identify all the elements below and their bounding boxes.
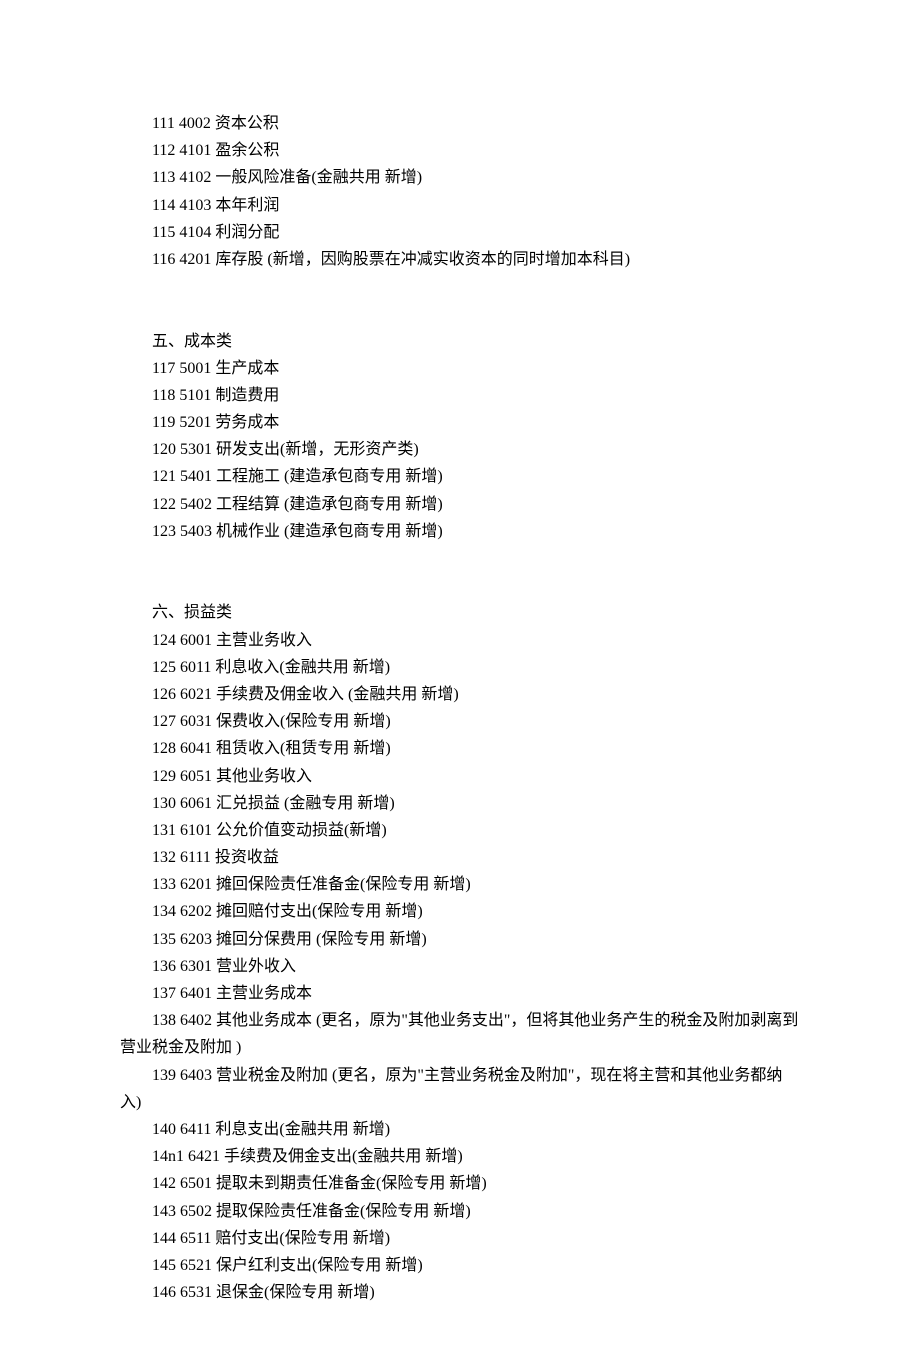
account-line: 119 5201 劳务成本 xyxy=(120,409,800,436)
account-line: 121 5401 工程施工 (建造承包商专用 新增) xyxy=(120,463,800,490)
account-line: 136 6301 营业外收入 xyxy=(120,953,800,980)
account-line: 124 6001 主营业务收入 xyxy=(120,627,800,654)
account-line: 128 6041 租赁收入(租赁专用 新增) xyxy=(120,735,800,762)
account-line: 142 6501 提取未到期责任准备金(保险专用 新增) xyxy=(120,1170,800,1197)
account-line: 130 6061 汇兑损益 (金融专用 新增) xyxy=(120,790,800,817)
spacer xyxy=(120,545,800,599)
account-line: 118 5101 制造费用 xyxy=(120,382,800,409)
account-line: 144 6511 赔付支出(保险专用 新增) xyxy=(120,1225,800,1252)
account-line: 114 4103 本年利润 xyxy=(120,192,800,219)
account-line: 129 6051 其他业务收入 xyxy=(120,763,800,790)
account-line: 146 6531 退保金(保险专用 新增) xyxy=(120,1279,800,1306)
account-line: 116 4201 库存股 (新增，因购股票在冲减实收资本的同时增加本科目) xyxy=(120,246,800,273)
section-heading-cost: 五、成本类 xyxy=(120,328,800,355)
account-line: 143 6502 提取保险责任准备金(保险专用 新增) xyxy=(120,1198,800,1225)
account-line: 123 5403 机械作业 (建造承包商专用 新增) xyxy=(120,518,800,545)
account-line: 133 6201 摊回保险责任准备金(保险专用 新增) xyxy=(120,871,800,898)
account-line: 111 4002 资本公积 xyxy=(120,110,800,137)
account-line: 120 5301 研发支出(新增，无形资产类) xyxy=(120,436,800,463)
account-line: 135 6203 摊回分保费用 (保险专用 新增) xyxy=(120,926,800,953)
account-line: 137 6401 主营业务成本 xyxy=(120,980,800,1007)
account-line: 127 6031 保费收入(保险专用 新增) xyxy=(120,708,800,735)
account-line: 131 6101 公允价值变动损益(新增) xyxy=(120,817,800,844)
account-line: 132 6111 投资收益 xyxy=(120,844,800,871)
account-line: 14n1 6421 手续费及佣金支出(金融共用 新增) xyxy=(120,1143,800,1170)
account-line: 140 6411 利息支出(金融共用 新增) xyxy=(120,1116,800,1143)
account-line: 138 6402 其他业务成本 (更名，原为"其他业务支出"，但将其他业务产生的… xyxy=(120,1007,800,1061)
account-line: 117 5001 生产成本 xyxy=(120,355,800,382)
account-line: 139 6403 营业税金及附加 (更名，原为"主营业务税金及附加"，现在将主营… xyxy=(120,1062,800,1116)
section-heading-profitloss: 六、损益类 xyxy=(120,599,800,626)
account-line: 122 5402 工程结算 (建造承包商专用 新增) xyxy=(120,491,800,518)
account-line: 126 6021 手续费及佣金收入 (金融共用 新增) xyxy=(120,681,800,708)
account-line: 145 6521 保户红利支出(保险专用 新增) xyxy=(120,1252,800,1279)
account-line: 134 6202 摊回赔付支出(保险专用 新增) xyxy=(120,898,800,925)
account-line: 125 6011 利息收入(金融共用 新增) xyxy=(120,654,800,681)
account-line: 113 4102 一般风险准备(金融共用 新增) xyxy=(120,164,800,191)
account-line: 112 4101 盈余公积 xyxy=(120,137,800,164)
spacer xyxy=(120,273,800,327)
account-line: 115 4104 利润分配 xyxy=(120,219,800,246)
